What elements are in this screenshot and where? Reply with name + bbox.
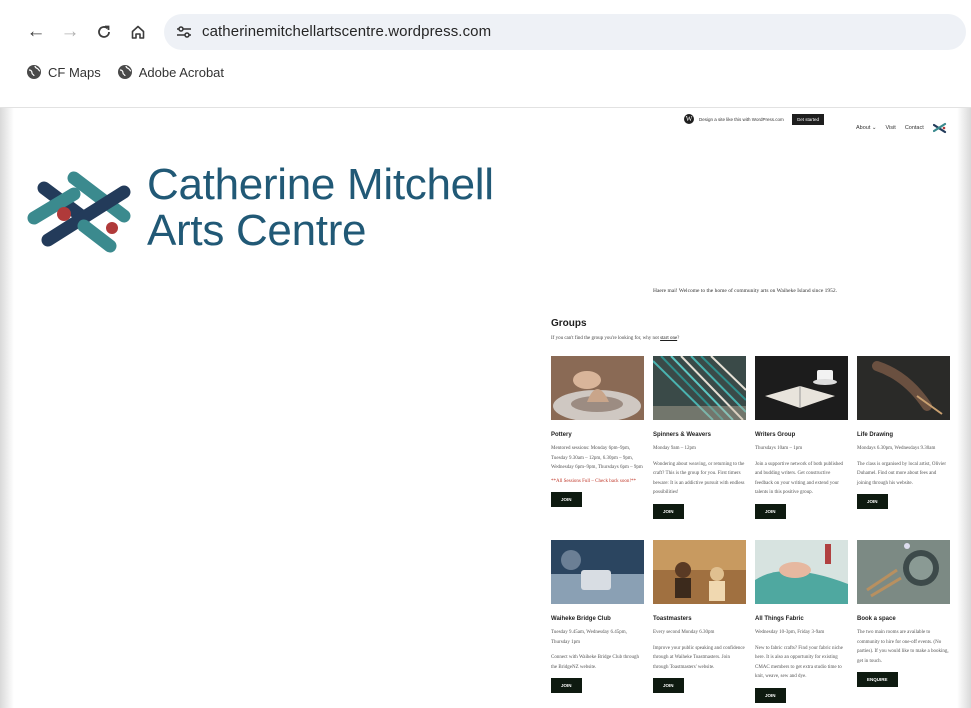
join-button[interactable]: JOIN: [551, 678, 582, 693]
card-title: Writers Group: [755, 432, 796, 438]
welcome-text: Haere mai! Welcome to the home of commun…: [653, 288, 838, 294]
reload-button[interactable]: [90, 18, 118, 46]
group-card-pottery: Pottery Mentored sessions: Monday 6pm–9p…: [551, 356, 644, 507]
join-button[interactable]: JOIN: [551, 492, 582, 507]
nav-visit[interactable]: Visit: [886, 125, 896, 131]
wordpress-logo-icon: W: [684, 114, 694, 124]
card-schedule: Thursdays 10am – 1pm: [755, 446, 803, 451]
wordpress-banner-text: Design a site like this with WordPress.c…: [699, 116, 784, 122]
drawing-hand-photo: [857, 356, 950, 420]
card-description: Improve your public speaking and confide…: [653, 645, 745, 670]
address-bar[interactable]: catherinemitchellartscentre.wordpress.co…: [164, 14, 966, 50]
join-button[interactable]: JOIN: [755, 687, 786, 703]
join-button[interactable]: JOIN: [653, 503, 684, 519]
join-button[interactable]: JOIN: [755, 503, 786, 519]
forward-button[interactable]: →: [56, 18, 84, 46]
group-card-spinners-weavers: Spinners & Weavers Monday 9am – 12pm Won…: [652, 355, 747, 519]
bookmarks-bar: CF Maps Adobe Acrobat: [26, 62, 240, 82]
get-started-button[interactable]: Get started: [791, 113, 824, 125]
card-description: New to fabric crafts? Find your fabric n…: [755, 645, 843, 680]
card-title: Toastmasters: [653, 616, 692, 622]
home-button[interactable]: [124, 18, 152, 46]
browser-chrome: ← → catherinemitchellartscentre.wordpres…: [0, 0, 971, 108]
pottery-wheel-photo: [551, 356, 644, 422]
site-title-line1: Catherine Mitchell: [147, 160, 494, 209]
bookmark-cf-maps[interactable]: CF Maps: [26, 64, 101, 80]
loom-threads-photo: [652, 355, 747, 421]
join-button[interactable]: JOIN: [653, 678, 684, 693]
bookmark-label: Adobe Acrobat: [138, 64, 225, 80]
card-schedule: Mondays 6.30pm, Wednesdays 9.30am: [857, 446, 936, 451]
card-title: Waiheke Bridge Club: [551, 616, 611, 622]
wordpress-banner: W Design a site like this with WordPress…: [684, 112, 824, 126]
group-card-life-drawing: Life Drawing Mondays 6.30pm, Wednesdays …: [857, 356, 950, 509]
groups-heading: Groups: [551, 318, 587, 329]
card-description: Wondering about weaving, or returning to…: [653, 461, 745, 496]
card-description: The class is organised by local artist, …: [857, 461, 947, 486]
bookmark-adobe-acrobat[interactable]: Adobe Acrobat: [117, 64, 224, 80]
card-schedule: Wednesday 10-3pm, Friday 3-9am: [755, 630, 825, 635]
reload-icon: [98, 25, 110, 38]
globe-icon: [27, 65, 41, 79]
card-title: Life Drawing: [857, 432, 894, 438]
back-button[interactable]: ←: [22, 18, 50, 46]
group-card-writers-group: Writers Group Thursdays 10am – 1pm Join …: [755, 356, 848, 519]
card-schedule: Mentored sessions: Monday 6pm–9pm, Tuesd…: [551, 446, 643, 470]
group-card-toastmasters: Toastmasters Every second Monday 6.30pm …: [653, 540, 746, 693]
group-card-all-things-fabric: All Things Fabric Wednesday 10-3pm, Frid…: [755, 540, 848, 703]
bridge-players-photo: [551, 540, 644, 604]
site-title-line2: Arts Centre: [147, 206, 367, 255]
globe-icon: [117, 65, 132, 79]
book-and-cup-photo: [755, 356, 848, 420]
nav-contact[interactable]: Contact: [905, 125, 924, 131]
site-logo-icon: [27, 171, 131, 253]
card-title: Spinners & Weavers: [653, 432, 711, 438]
home-icon: [131, 25, 145, 39]
card-description: Join a supportive network of both publis…: [755, 461, 844, 496]
card-schedule: Every second Monday 6.30pm: [653, 630, 715, 635]
web-page: W Design a site like this with WordPress…: [0, 108, 971, 708]
group-card-book-a-space: Book a space The two main rooms are avai…: [857, 540, 950, 687]
card-description: The two main rooms are available to comm…: [857, 630, 949, 664]
url-text: catherinemitchellartscentre.wordpress.co…: [202, 23, 492, 40]
site-nav: About ⌄ Visit Contact: [856, 122, 947, 134]
bookmark-label: CF Maps: [48, 64, 101, 80]
join-button[interactable]: JOIN: [857, 494, 888, 509]
group-card-waiheke-bridge-club: Waiheke Bridge Club Tuesday 9.45am, Wedn…: [551, 540, 644, 693]
sewing-fabric-photo: [755, 540, 848, 604]
address-row: ← → catherinemitchellartscentre.wordpres…: [0, 14, 971, 52]
meeting-room-photo: [653, 540, 746, 604]
groups-subtitle: If you can't find the group you're looki…: [551, 336, 680, 341]
enquire-button[interactable]: ENQUIRE: [857, 672, 898, 687]
card-notice: **All Sessions Full – Check back soon!**: [551, 478, 636, 484]
nav-about[interactable]: About ⌄: [856, 125, 877, 131]
card-schedule: Monday 9am – 12pm: [653, 446, 696, 451]
site-settings-icon[interactable]: [172, 20, 196, 44]
start-one-link[interactable]: start one: [660, 336, 677, 341]
site-logo-small-icon[interactable]: [932, 122, 947, 134]
card-schedule: Tuesday 9.45am, Wednesday 6.45pm, Thursd…: [551, 630, 627, 645]
craft-tools-photo: [857, 540, 950, 604]
card-title: All Things Fabric: [755, 616, 804, 622]
card-title: Pottery: [551, 432, 572, 438]
card-title: Book a space: [857, 616, 896, 622]
card-description: Connect with Waiheke Bridge Club through…: [551, 655, 639, 670]
